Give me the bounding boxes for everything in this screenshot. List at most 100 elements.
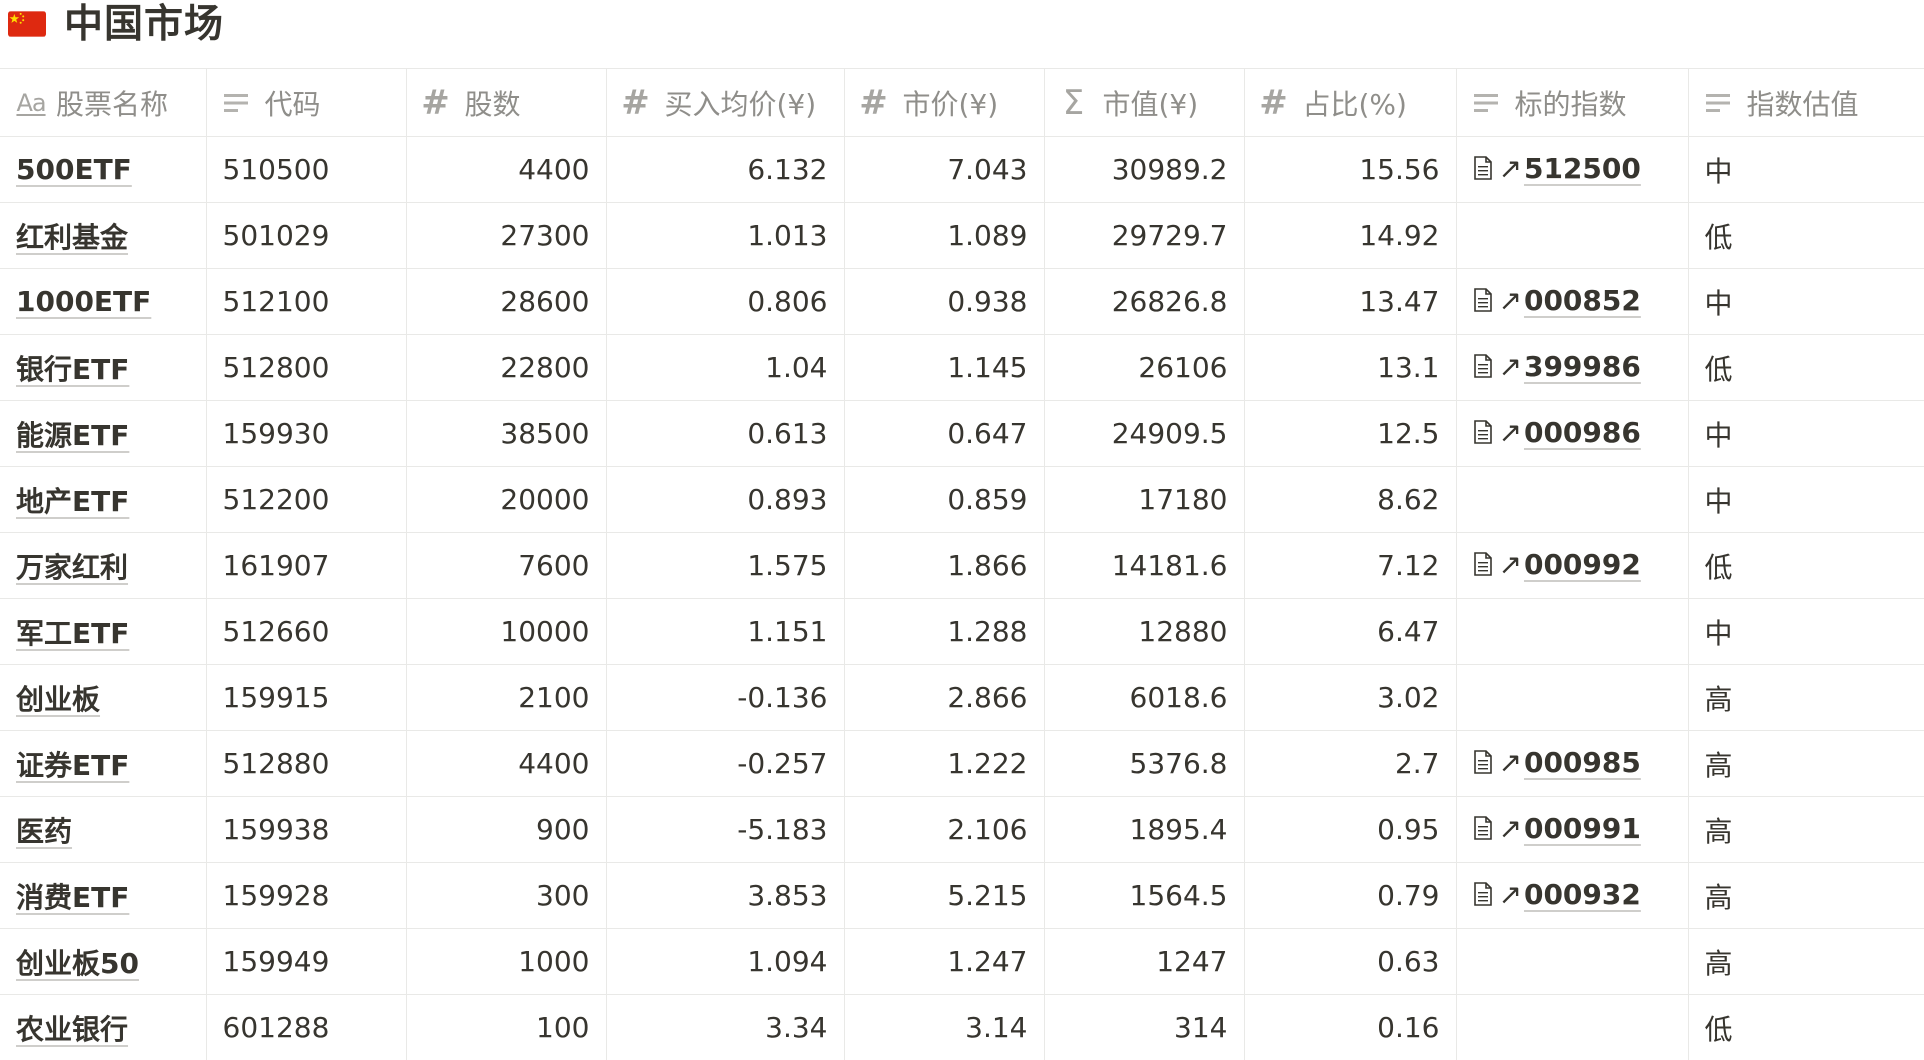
cell-name[interactable]: 消费ETF bbox=[0, 862, 207, 929]
stock-name-link[interactable]: 地产ETF bbox=[16, 485, 129, 518]
cell-index[interactable] bbox=[1456, 664, 1689, 731]
index-code-link[interactable]: 512500 bbox=[1524, 152, 1641, 185]
index-code-link[interactable]: 000932 bbox=[1524, 878, 1641, 911]
cell-name[interactable]: 1000ETF bbox=[0, 268, 207, 335]
stock-name-link[interactable]: 创业板50 bbox=[16, 947, 139, 980]
table-row[interactable]: 证券ETF 512880 4400 -0.257 1.222 5376.8 2.7 ↗ 0009… bbox=[0, 730, 1924, 797]
index-page-link[interactable]: ↗ 000852 bbox=[1473, 284, 1641, 317]
table-row[interactable]: 农业银行 601288 100 3.34 3.14 314 0.16 低 bbox=[0, 994, 1924, 1060]
index-code-link[interactable]: 399986 bbox=[1524, 350, 1641, 383]
cell-price: 1.089 bbox=[844, 202, 1045, 269]
stock-name-link[interactable]: 证券ETF bbox=[16, 749, 129, 782]
cell-shares: 7600 bbox=[406, 532, 607, 599]
table-row[interactable]: 地产ETF 512200 20000 0.893 0.859 17180 8.62 中 bbox=[0, 466, 1924, 533]
cell-index[interactable]: ↗ 399986 bbox=[1456, 334, 1689, 401]
stock-name-link[interactable]: 万家红利 bbox=[16, 551, 128, 584]
cell-index[interactable]: ↗ 512500 bbox=[1456, 136, 1689, 203]
table-row[interactable]: 银行ETF 512800 22800 1.04 1.145 26106 13.1 ↗ 39998… bbox=[0, 334, 1924, 401]
column-header-market-value[interactable]: Σ 市值(¥) bbox=[1044, 68, 1245, 137]
cell-name[interactable]: 农业银行 bbox=[0, 994, 207, 1060]
cell-index[interactable]: ↗ 000986 bbox=[1456, 400, 1689, 467]
column-header-index[interactable]: 标的指数 bbox=[1456, 68, 1689, 137]
index-code-link[interactable]: 000986 bbox=[1524, 416, 1641, 449]
cell-cost: 3.853 bbox=[606, 862, 845, 929]
table-row[interactable]: 能源ETF 159930 38500 0.613 0.647 24909.5 12.5 ↗ 00… bbox=[0, 400, 1924, 467]
cell-name[interactable]: 500ETF bbox=[0, 136, 207, 203]
stock-name-link[interactable]: 银行ETF bbox=[16, 353, 129, 386]
cell-name[interactable]: 万家红利 bbox=[0, 532, 207, 599]
table-row[interactable]: 创业板 159915 2100 -0.136 2.866 6018.6 3.02 高 bbox=[0, 664, 1924, 731]
index-page-link[interactable]: ↗ 000985 bbox=[1473, 746, 1641, 779]
cell-index[interactable] bbox=[1456, 202, 1689, 269]
index-code-link[interactable]: 000852 bbox=[1524, 284, 1641, 317]
table-row[interactable]: 500ETF 510500 4400 6.132 7.043 30989.2 15.56 ↗ 5… bbox=[0, 136, 1924, 203]
cell-market-value: 6018.6 bbox=[1044, 664, 1245, 731]
cell-name[interactable]: 军工ETF bbox=[0, 598, 207, 665]
cell-index[interactable]: ↗ 000852 bbox=[1456, 268, 1689, 335]
cell-ratio: 0.63 bbox=[1244, 928, 1457, 995]
index-code-link[interactable]: 000992 bbox=[1524, 548, 1641, 581]
cell-market-value: 1895.4 bbox=[1044, 796, 1245, 863]
index-page-link[interactable]: ↗ 000991 bbox=[1473, 812, 1641, 845]
index-page-link[interactable]: ↗ 000932 bbox=[1473, 878, 1641, 911]
cell-index[interactable] bbox=[1456, 598, 1689, 665]
index-page-link[interactable]: ↗ 512500 bbox=[1473, 152, 1641, 185]
page-icon bbox=[1473, 881, 1495, 908]
page-header: 中国市场 bbox=[0, 0, 1924, 68]
table-row[interactable]: 万家红利 161907 7600 1.575 1.866 14181.6 7.12 ↗ 0009… bbox=[0, 532, 1924, 599]
column-header-ratio[interactable]: # 占比(%) bbox=[1244, 68, 1457, 137]
cell-price: 1.247 bbox=[844, 928, 1045, 995]
index-page-link[interactable]: ↗ 000992 bbox=[1473, 548, 1641, 581]
cell-name[interactable]: 银行ETF bbox=[0, 334, 207, 401]
index-page-link[interactable]: ↗ 000986 bbox=[1473, 416, 1641, 449]
cell-index[interactable] bbox=[1456, 928, 1689, 995]
cell-cost: 1.575 bbox=[606, 532, 845, 599]
stock-name-link[interactable]: 军工ETF bbox=[16, 617, 129, 650]
cell-name[interactable]: 能源ETF bbox=[0, 400, 207, 467]
cell-name[interactable]: 创业板50 bbox=[0, 928, 207, 995]
cell-name[interactable]: 医药 bbox=[0, 796, 207, 863]
stock-name-link[interactable]: 创业板 bbox=[16, 683, 100, 716]
table-row[interactable]: 创业板50 159949 1000 1.094 1.247 1247 0.63 高 bbox=[0, 928, 1924, 995]
cell-cost: 3.34 bbox=[606, 994, 845, 1060]
cell-index[interactable]: ↗ 000985 bbox=[1456, 730, 1689, 797]
cell-name[interactable]: 创业板 bbox=[0, 664, 207, 731]
cell-index[interactable] bbox=[1456, 994, 1689, 1060]
stock-name-link[interactable]: 1000ETF bbox=[16, 285, 151, 318]
index-page-link[interactable]: ↗ 399986 bbox=[1473, 350, 1641, 383]
stock-name-link[interactable]: 能源ETF bbox=[16, 419, 129, 452]
cell-name[interactable]: 证券ETF bbox=[0, 730, 207, 797]
stock-name-link[interactable]: 消费ETF bbox=[16, 881, 129, 914]
column-header-valuation[interactable]: 指数估值 bbox=[1688, 68, 1924, 137]
stock-name-link[interactable]: 红利基金 bbox=[16, 221, 128, 254]
table-row[interactable]: 军工ETF 512660 10000 1.151 1.288 12880 6.47 中 bbox=[0, 598, 1924, 665]
stock-name-link[interactable]: 农业银行 bbox=[16, 1013, 128, 1046]
cell-cost: 1.04 bbox=[606, 334, 845, 401]
cell-index[interactable] bbox=[1456, 466, 1689, 533]
column-header-cost[interactable]: # 买入均价(¥) bbox=[606, 68, 845, 137]
column-header-code[interactable]: 代码 bbox=[206, 68, 407, 137]
cell-index[interactable]: ↗ 000992 bbox=[1456, 532, 1689, 599]
cell-market-value: 1247 bbox=[1044, 928, 1245, 995]
cell-ratio: 13.1 bbox=[1244, 334, 1457, 401]
cell-price: 1.866 bbox=[844, 532, 1045, 599]
column-header-shares[interactable]: # 股数 bbox=[406, 68, 607, 137]
table-row[interactable]: 1000ETF 512100 28600 0.806 0.938 26826.8 13.47… bbox=[0, 268, 1924, 335]
cell-index[interactable]: ↗ 000991 bbox=[1456, 796, 1689, 863]
table-row[interactable]: 消费ETF 159928 300 3.853 5.215 1564.5 0.79 ↗ 00093… bbox=[0, 862, 1924, 929]
cell-price: 5.215 bbox=[844, 862, 1045, 929]
cell-name[interactable]: 地产ETF bbox=[0, 466, 207, 533]
column-header-name[interactable]: Aa 股票名称 bbox=[0, 68, 207, 137]
cell-shares: 2100 bbox=[406, 664, 607, 731]
number-hash-icon: # bbox=[1259, 82, 1288, 123]
cell-name[interactable]: 红利基金 bbox=[0, 202, 207, 269]
index-code-link[interactable]: 000991 bbox=[1524, 812, 1641, 845]
stock-name-link[interactable]: 医药 bbox=[16, 815, 72, 848]
table-row[interactable]: 医药 159938 900 -5.183 2.106 1895.4 0.95 ↗ 000991 高 bbox=[0, 796, 1924, 863]
number-hash-icon: # bbox=[621, 82, 650, 123]
cell-index[interactable]: ↗ 000932 bbox=[1456, 862, 1689, 929]
stock-name-link[interactable]: 500ETF bbox=[16, 153, 132, 186]
table-row[interactable]: 红利基金 501029 27300 1.013 1.089 29729.7 14.92 低 bbox=[0, 202, 1924, 269]
column-header-price[interactable]: # 市价(¥) bbox=[844, 68, 1045, 137]
index-code-link[interactable]: 000985 bbox=[1524, 746, 1641, 779]
